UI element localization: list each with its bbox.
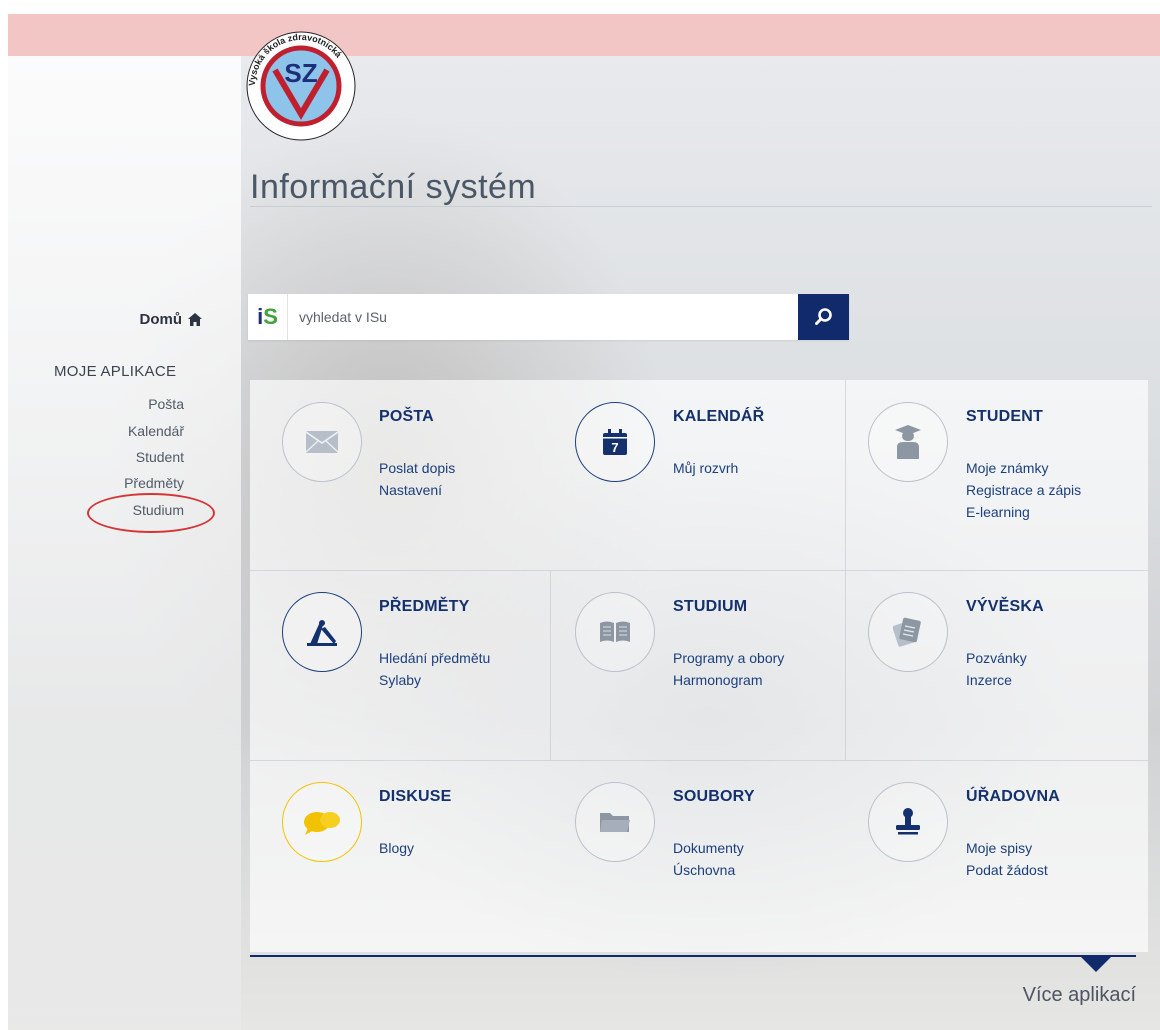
nav-home-link[interactable]: Domů [110, 311, 202, 328]
app-link[interactable]: Úschovna [673, 862, 735, 878]
app-tile-predmety: PŘEDMĚTY Hledání předmětu Sylaby [250, 570, 544, 760]
nav-item-student[interactable]: Student [136, 449, 184, 465]
app-title[interactable]: STUDENT [966, 408, 1043, 426]
app-icon-circle[interactable] [282, 782, 362, 862]
page-title: Informační systém [250, 168, 537, 206]
app-link[interactable]: Blogy [379, 840, 414, 856]
folder-icon [600, 813, 630, 832]
app-tile-posta: POŠTA Poslat dopis Nastavení [250, 380, 544, 570]
app-title[interactable]: SOUBORY [673, 788, 755, 806]
book-icon [600, 621, 630, 642]
app-tile-kalendar: 7 KALENDÁŘ Můj rozvrh [543, 380, 837, 570]
nav-home-label: Domů [139, 311, 183, 328]
more-apps-link[interactable]: Více aplikací [1023, 984, 1136, 1007]
is-logo-icon: iS [248, 294, 288, 340]
app-tile-soubory: SOUBORY Dokumenty Úschovna [543, 760, 837, 950]
app-title[interactable]: POŠTA [379, 408, 434, 426]
app-icon-circle[interactable] [868, 782, 948, 862]
app-title[interactable]: KALENDÁŘ [673, 408, 764, 426]
app-link[interactable]: Sylaby [379, 672, 421, 688]
app-link[interactable]: Pozvánky [966, 650, 1027, 666]
nav-section-title: MOJE APLIKACE [54, 363, 177, 380]
app-link[interactable]: Inzerce [966, 672, 1012, 688]
app-link[interactable]: E-learning [966, 504, 1030, 520]
app-icon-circle[interactable] [868, 402, 948, 482]
app-title[interactable]: STUDIUM [673, 598, 747, 616]
app-icon-circle[interactable] [575, 592, 655, 672]
grid-bottom-line [250, 955, 1136, 957]
app-link[interactable]: Moje známky [966, 460, 1048, 476]
app-tile-uradovna: ÚŘADOVNA Moje spisy Podat žádost [836, 760, 1130, 950]
annotation-ellipse [87, 493, 215, 533]
app-link[interactable]: Dokumenty [673, 840, 744, 856]
title-divider [250, 206, 1152, 207]
app-title[interactable]: ÚŘADOVNA [966, 788, 1060, 806]
app-link[interactable]: Moje spisy [966, 840, 1032, 856]
home-icon [188, 313, 202, 326]
app-link[interactable]: Můj rozvrh [673, 460, 738, 476]
top-banner [8, 14, 1160, 56]
app-icon-circle[interactable] [282, 592, 362, 672]
compass-icon [307, 620, 337, 646]
search-input[interactable] [288, 294, 798, 340]
search-icon [814, 308, 832, 325]
app-icon-circle[interactable]: 7 [575, 402, 655, 482]
app-link[interactable]: Programy a obory [673, 650, 784, 666]
app-icon-circle[interactable] [575, 782, 655, 862]
app-icon-circle[interactable] [282, 402, 362, 482]
app-tile-studium: STUDIUM Programy a obory Harmonogram [543, 570, 837, 760]
app-link[interactable]: Harmonogram [673, 672, 762, 688]
stamp-icon [896, 808, 920, 835]
chat-bubbles-icon [304, 812, 340, 835]
app-title[interactable]: DISKUSE [379, 788, 452, 806]
app-link[interactable]: Registrace a zápis [966, 482, 1081, 498]
app-icon-circle[interactable] [868, 592, 948, 672]
app-title[interactable]: VÝVĚSKA [966, 598, 1044, 616]
app-link[interactable]: Hledání předmětu [379, 650, 490, 666]
graduate-icon [895, 425, 921, 459]
calendar-day: 7 [611, 440, 618, 455]
school-logo[interactable]: SZ Vysoká škola zdravotnická [245, 30, 357, 142]
svg-text:SZ: SZ [284, 58, 317, 88]
search-bar: iS [248, 294, 849, 340]
app-link[interactable]: Nastavení [379, 482, 442, 498]
app-title[interactable]: PŘEDMĚTY [379, 598, 470, 616]
app-link[interactable]: Poslat dopis [379, 460, 455, 476]
app-link[interactable]: Podat žádost [966, 862, 1048, 878]
app-tile-diskuse: DISKUSE Blogy [250, 760, 544, 950]
calendar-icon: 7 [603, 429, 627, 455]
search-button[interactable] [798, 294, 849, 340]
app-grid: POŠTA Poslat dopis Nastavení 7 KALENDÁŘ … [250, 380, 1148, 952]
nav-item-kalendar[interactable]: Kalendář [128, 423, 184, 439]
notes-icon [893, 617, 921, 647]
app-tile-student: STUDENT Moje známky Registrace a zápis E… [836, 380, 1130, 570]
nav-item-posta[interactable]: Pošta [148, 396, 184, 412]
nav-item-predmety[interactable]: Předměty [124, 475, 184, 491]
envelope-icon [306, 431, 338, 453]
expand-arrow-icon[interactable] [1081, 957, 1111, 972]
app-tile-vyveska: VÝVĚSKA Pozvánky Inzerce [836, 570, 1130, 760]
